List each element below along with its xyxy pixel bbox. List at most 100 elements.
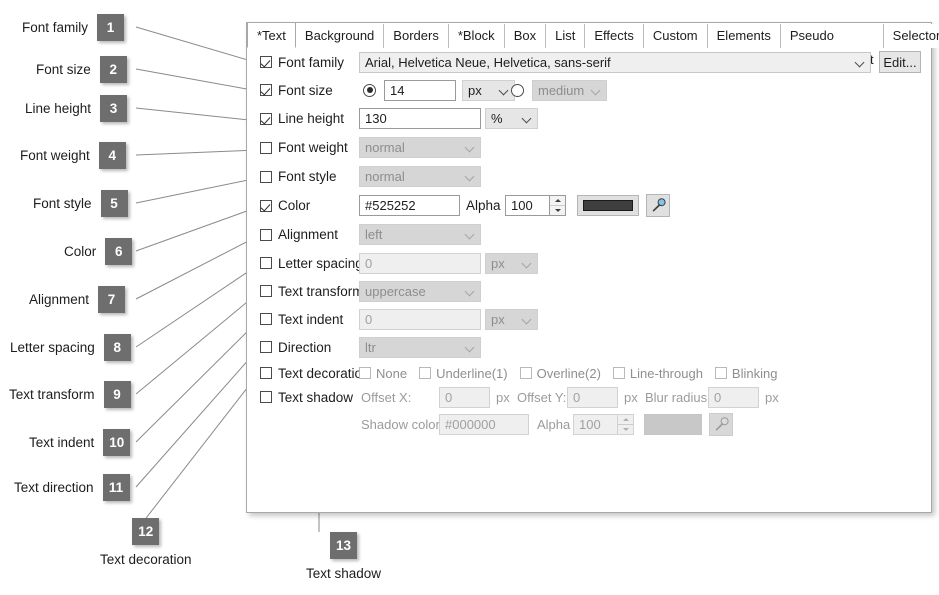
decoration-blinking-checkbox[interactable] [714, 367, 727, 379]
decoration-none-checkbox[interactable] [359, 367, 371, 379]
font-size-checkbox[interactable] [260, 84, 272, 96]
callout-12-badge: 12 [132, 518, 160, 545]
callout-1: Font family 1 [22, 14, 125, 41]
decoration-option-underline[interactable]: Underline(1) [419, 366, 508, 381]
text-transform-label: Text transform [278, 283, 364, 299]
font-size-label: Font size [278, 82, 333, 98]
callout-11: Text direction 11 [14, 474, 130, 501]
tab-custom[interactable]: Custom [642, 24, 707, 48]
letter-spacing-input[interactable]: 0 [359, 252, 481, 274]
text-transform-value: uppercase [365, 283, 426, 299]
text-shadow-checkbox[interactable] [260, 391, 272, 403]
spinner-up-icon[interactable] [618, 415, 633, 425]
tab-block[interactable]: *Block [447, 24, 504, 48]
color-hex-input[interactable]: #525252 [359, 195, 460, 216]
color-checkbox[interactable] [260, 199, 272, 212]
font-family-edit-button[interactable]: Edit... [879, 51, 921, 73]
color-alpha-input[interactable]: 100 [505, 195, 550, 216]
tab-pseudo-class-element[interactable]: Pseudo Class/Element [779, 24, 883, 67]
leader-line-11 [135, 348, 259, 488]
chevron-down-icon [523, 315, 532, 324]
chevron-down-icon [523, 259, 532, 268]
text-decoration-label: Text decoration [278, 365, 370, 381]
shadow-alpha-input[interactable]: 100 [573, 413, 618, 435]
font-family-select[interactable]: Arial, Helvetica Neue, Helvetica, sans-s… [359, 51, 871, 73]
callout-7: Alignment 7 [29, 286, 126, 313]
shadow-alpha-label: Alpha [537, 416, 571, 432]
callout-12-label: Text decoration [100, 552, 192, 567]
shadow-eyedropper-button[interactable] [709, 412, 733, 436]
font-family-checkbox[interactable] [260, 56, 272, 68]
line-height-input[interactable]: 130 [359, 108, 481, 129]
tab-box[interactable]: Box [503, 24, 546, 48]
tab-effects[interactable]: Effects [584, 24, 643, 48]
direction-checkbox[interactable] [260, 341, 272, 353]
color-eyedropper-button[interactable] [646, 194, 670, 217]
line-height-checkbox[interactable] [260, 112, 272, 125]
text-indent-checkbox[interactable] [260, 313, 272, 325]
text-decoration-checkbox[interactable] [260, 367, 272, 379]
text-transform-select[interactable]: uppercase [359, 280, 481, 302]
alignment-select[interactable]: left [359, 224, 481, 245]
text-shadow-label: Text shadow [278, 389, 354, 405]
font-size-keyword-radio[interactable] [511, 83, 524, 97]
shadow-color-input[interactable]: #000000 [439, 413, 529, 435]
line-height-unit-select[interactable]: % [485, 108, 538, 129]
chevron-down-icon [523, 114, 532, 123]
row-text-decoration: Text decoration None Underline(1) Overli… [247, 361, 931, 385]
color-alpha-spinner[interactable] [550, 195, 566, 216]
css-style-dialog: *Text Background Borders *Block Box List… [246, 22, 939, 513]
leader-line-7 [135, 235, 259, 300]
tab-borders[interactable]: Borders [383, 24, 448, 48]
shadow-color-label: Shadow color: [361, 416, 444, 432]
font-style-label: Font style [278, 169, 337, 184]
shadow-blur-input[interactable]: 0 [708, 386, 759, 408]
font-style-select[interactable]: normal [359, 166, 481, 187]
tab-text[interactable]: *Text [247, 22, 296, 48]
tab-elements[interactable]: Elements [706, 24, 780, 48]
tab-background[interactable]: Background [295, 24, 384, 48]
shadow-offset-x-input[interactable]: 0 [439, 386, 490, 408]
text-indent-input[interactable]: 0 [359, 308, 481, 330]
spinner-up-icon[interactable] [550, 196, 565, 206]
leader-line-8 [135, 264, 259, 348]
color-swatch-button[interactable] [577, 195, 639, 216]
text-indent-unit-select[interactable]: px [485, 308, 538, 330]
decoration-overline-checkbox[interactable] [519, 367, 532, 379]
callout-6-badge: 6 [105, 238, 133, 265]
callout-3-label: Line height [25, 100, 92, 116]
callout-2-label: Font size [36, 61, 91, 77]
tab-selectors[interactable]: Selectors [882, 24, 939, 48]
font-weight-select[interactable]: normal [359, 137, 481, 158]
font-size-input[interactable]: 14 [384, 79, 456, 101]
letter-spacing-checkbox[interactable] [260, 257, 272, 269]
font-style-checkbox[interactable] [260, 170, 272, 183]
shadow-alpha-spinner[interactable] [618, 413, 634, 435]
decoration-none-label: None [376, 365, 408, 381]
eyedropper-icon [715, 416, 729, 430]
decoration-line-through-checkbox[interactable] [612, 367, 625, 379]
font-size-keyword-select[interactable]: medium [532, 79, 607, 101]
text-decoration-options: None Underline(1) Overline(2) Line-throu… [359, 366, 789, 381]
font-size-unit-select[interactable]: px [462, 79, 515, 101]
shadow-swatch-button[interactable] [644, 413, 702, 435]
decoration-underline-checkbox[interactable] [419, 367, 432, 379]
spinner-down-icon[interactable] [618, 425, 633, 434]
text-transform-checkbox[interactable] [260, 285, 272, 297]
direction-select[interactable]: ltr [359, 336, 481, 358]
shadow-offset-y-input[interactable]: 0 [567, 386, 618, 408]
spinner-down-icon[interactable] [550, 206, 565, 215]
tab-list[interactable]: List [545, 24, 585, 48]
callout-10: Text indent 10 [29, 429, 131, 456]
alignment-checkbox[interactable] [260, 228, 272, 241]
row-color: Color #525252 Alpha 100 [247, 191, 931, 220]
letter-spacing-unit-select[interactable]: px [485, 252, 538, 274]
font-size-numeric-radio[interactable] [363, 83, 376, 97]
row-line-height: Line height 130 % [247, 104, 931, 133]
decoration-option-none[interactable]: None [359, 366, 407, 381]
decoration-option-overline[interactable]: Overline(2) [519, 366, 601, 381]
row-text-indent: Text indent 0 px [247, 305, 931, 333]
decoration-option-blinking[interactable]: Blinking [714, 366, 777, 381]
decoration-option-line-through[interactable]: Line-through [612, 366, 703, 381]
font-weight-checkbox[interactable] [260, 141, 272, 154]
